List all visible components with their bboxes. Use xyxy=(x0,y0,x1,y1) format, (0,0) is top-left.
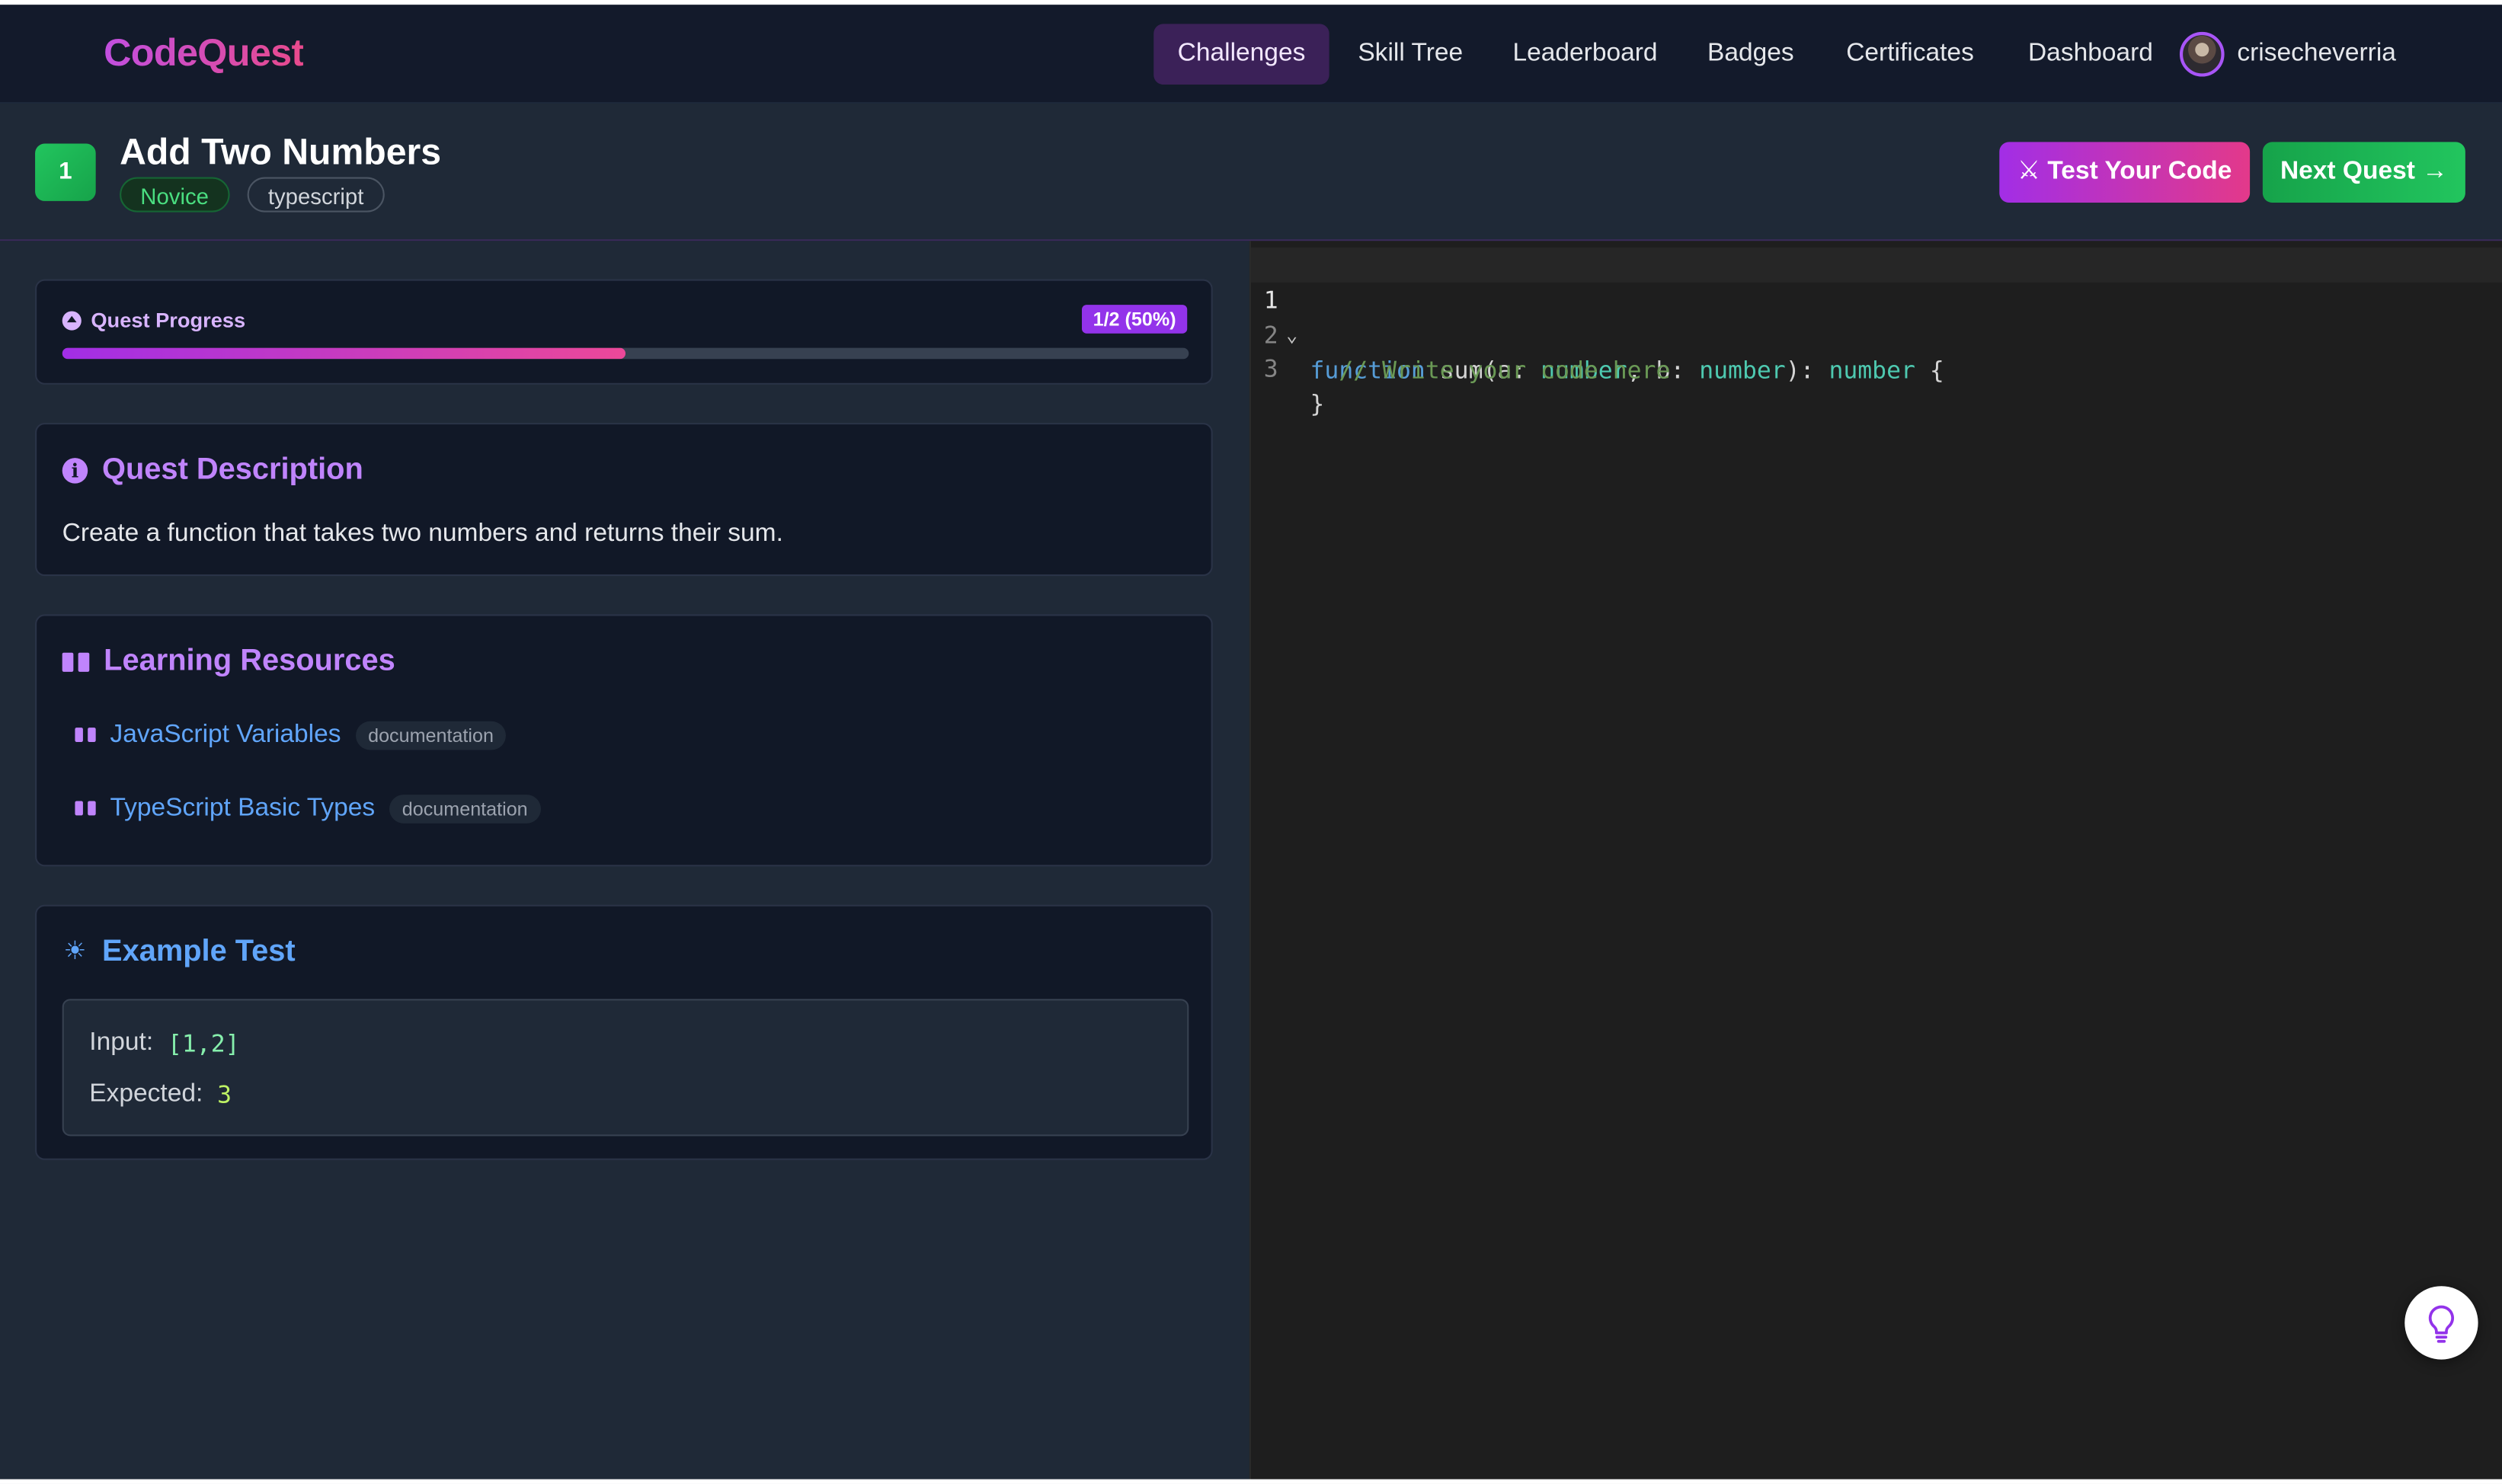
nav-skill-tree[interactable]: Skill Tree xyxy=(1334,24,1487,85)
resource-item[interactable]: JavaScript Variables documentation xyxy=(75,721,507,750)
circle-up-icon xyxy=(62,310,82,330)
line-number: 3 xyxy=(1263,354,1278,383)
example-expected-row: Expected: 3 xyxy=(89,1080,232,1109)
code-line[interactable]: 3 } xyxy=(1251,316,1337,418)
quest-info-panel: Quest Progress 1/2 (50%) i Quest Descrip… xyxy=(0,241,1249,1484)
app-window: CodeQuest Challenges Skill Tree Leaderbo… xyxy=(0,0,2502,1484)
nav-certificates[interactable]: Certificates xyxy=(1822,24,1998,85)
quest-title: Add Two Numbers xyxy=(120,130,442,173)
quest-header: 1 Add Two Numbers Novice typescript ⚔ Te… xyxy=(0,104,2502,241)
nav-badges[interactable]: Badges xyxy=(1684,24,1818,85)
progress-bar xyxy=(62,347,1189,360)
quest-number-badge: 1 xyxy=(35,143,96,201)
example-expected-value: 3 xyxy=(217,1080,232,1109)
resource-item[interactable]: TypeScript Basic Types documentation xyxy=(75,795,541,824)
code-type: number xyxy=(1829,356,1915,385)
example-heading: ☀ Example Test xyxy=(62,935,296,970)
difficulty-badge: Novice xyxy=(120,177,230,213)
description-heading: i Quest Description xyxy=(62,453,363,488)
code-type: number xyxy=(1699,356,1786,385)
code-editor[interactable]: 1 ⌄ function sum(a: number, b: number): … xyxy=(1249,241,2502,1484)
progress-label: Quest Progress xyxy=(62,308,246,332)
username: crisecheverria xyxy=(2237,40,2396,67)
nav-leaderboard[interactable]: Leaderboard xyxy=(1489,24,1681,85)
code-line[interactable]: 1 ⌄ function sum(a: number, b: number): … xyxy=(1251,248,1944,385)
sun-icon: ☀ xyxy=(63,938,87,966)
code-line[interactable]: 2 // Write your code here xyxy=(1251,283,1671,385)
resource-type-badge: documentation xyxy=(355,721,507,750)
code-comment[interactable]: // Write your code here xyxy=(1310,353,1670,388)
next-quest-button[interactable]: Next Quest → xyxy=(2262,142,2465,203)
resource-link[interactable]: TypeScript Basic Types xyxy=(110,795,376,824)
progress-label-text: Quest Progress xyxy=(91,308,246,332)
lightbulb-icon xyxy=(2428,1305,2455,1343)
description-title: Quest Description xyxy=(102,453,363,487)
progress-bar-fill xyxy=(62,347,626,360)
example-test-card: ☀ Example Test Input: [1,2] Expected: 3 xyxy=(35,904,1213,1160)
description-text: Create a function that takes two numbers… xyxy=(62,520,783,548)
progress-card: Quest Progress 1/2 (50%) xyxy=(35,279,1213,385)
avatar[interactable] xyxy=(2179,31,2225,77)
hint-button[interactable] xyxy=(2404,1286,2478,1360)
user-menu[interactable]: crisecheverria xyxy=(2179,29,2396,80)
description-card: i Quest Description Create a function th… xyxy=(35,423,1213,577)
example-expected-label: Expected: xyxy=(89,1080,203,1108)
example-title: Example Test xyxy=(102,935,296,969)
example-input-row: Input: [1,2] xyxy=(89,1029,239,1058)
app-logo[interactable]: CodeQuest xyxy=(104,32,304,77)
resources-heading: Learning Resources xyxy=(62,644,395,680)
language-badge: typescript xyxy=(247,177,385,213)
nav-dashboard[interactable]: Dashboard xyxy=(2004,24,2177,85)
progress-count-badge: 1/2 (50%) xyxy=(1081,305,1188,334)
top-nav: CodeQuest Challenges Skill Tree Leaderbo… xyxy=(0,5,2502,104)
nav-challenges[interactable]: Challenges xyxy=(1153,24,1329,85)
example-input-value: [1,2] xyxy=(167,1029,240,1058)
example-box: Input: [1,2] Expected: 3 xyxy=(62,999,1189,1137)
resource-link[interactable]: JavaScript Variables xyxy=(110,721,341,750)
book-icon xyxy=(75,801,96,817)
code-brace[interactable]: } xyxy=(1310,386,1325,421)
window-bottom-edge xyxy=(0,1479,2502,1484)
test-code-button[interactable]: ⚔ Test Your Code xyxy=(1999,142,2251,203)
current-line-highlight xyxy=(1251,247,2502,283)
code-brace: { xyxy=(1915,356,1944,385)
book-icon xyxy=(62,651,90,673)
resource-type-badge: documentation xyxy=(389,795,541,824)
code-signature: ): xyxy=(1785,356,1829,385)
resources-card: Learning Resources JavaScript Variables … xyxy=(35,614,1213,867)
example-input-label: Input: xyxy=(89,1029,154,1057)
resources-title: Learning Resources xyxy=(104,644,395,679)
info-icon: i xyxy=(62,458,88,484)
book-icon xyxy=(75,728,96,744)
